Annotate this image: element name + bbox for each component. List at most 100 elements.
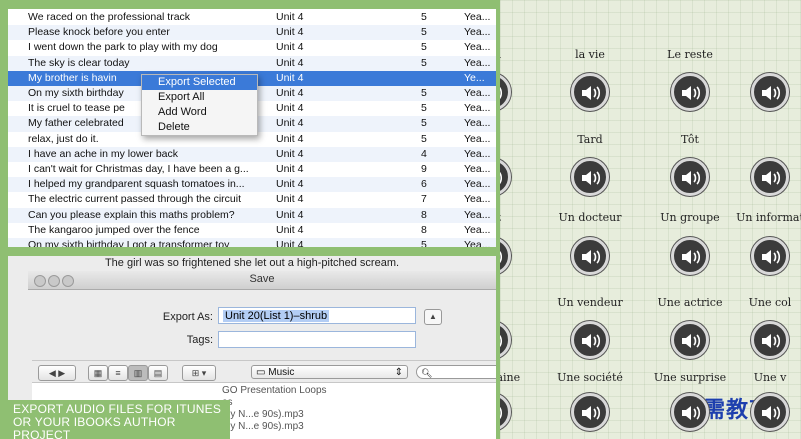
speaker-play-icon[interactable]	[571, 237, 609, 275]
dialog-titlebar: Save	[28, 271, 496, 290]
french-word-label: Une surprise	[653, 371, 727, 384]
french-word-label: nt	[500, 133, 537, 146]
list-row[interactable]: I have an ache in my lower back Unit 4 4 Ye…	[8, 146, 496, 162]
export-as-field[interactable]: Unit 20(List 1)–shrub	[218, 307, 416, 324]
list-row[interactable]: The sky is clear today Unit 4 5 Yea...	[8, 55, 496, 71]
back-forward-buttons[interactable]: ◀ ▶	[38, 365, 76, 381]
row-year: Yea...	[464, 239, 491, 247]
row-unit: Unit 4	[276, 223, 304, 236]
speaker-play-icon[interactable]	[571, 393, 609, 431]
row-number: 6	[421, 178, 427, 191]
column-view-button[interactable]: ▥	[128, 365, 148, 381]
row-text: The kangaroo jumped over the fence	[28, 223, 200, 236]
browser-item[interactable]: GO Presentation Loops	[222, 385, 327, 396]
speaker-play-icon[interactable]	[671, 237, 709, 275]
row-unit: Unit 4	[276, 208, 304, 221]
list-row[interactable]: The electric current passed through the …	[8, 192, 496, 207]
icon-view-button[interactable]: ▦	[88, 365, 108, 381]
row-number: 5	[421, 41, 427, 54]
french-word-label: net	[500, 211, 537, 224]
location-popup[interactable]: ▭ Music ⇕	[251, 365, 408, 379]
list-row[interactable]: Please knock before you enter Unit 4 5 Yea.…	[8, 25, 496, 41]
context-menu: Export Selected Export All Add Word Delete	[141, 74, 258, 136]
row-year: Yea...	[464, 11, 491, 23]
expand-dialog-button[interactable]: ▲	[424, 309, 442, 325]
list-row[interactable]: We raced on the professional track Unit 4…	[8, 10, 496, 25]
speaker-play-icon[interactable]	[500, 158, 511, 196]
row-number: 7	[421, 193, 427, 206]
speaker-play-icon[interactable]	[671, 158, 709, 196]
row-text: Can you please explain this maths proble…	[28, 208, 235, 221]
row-unit: Unit 4	[276, 147, 304, 160]
list-row[interactable]: I helped my grandparent squash tomatoes …	[8, 177, 496, 193]
french-word-label: Un docteur	[558, 211, 622, 224]
speaker-play-icon[interactable]	[571, 158, 609, 196]
french-word-label: r	[500, 296, 537, 309]
arrange-button[interactable]: ⊞ ▾	[182, 365, 216, 381]
french-word-label: Une société	[557, 371, 623, 384]
speaker-play-icon[interactable]	[500, 321, 511, 359]
folder-icon: ▭	[256, 367, 269, 378]
row-year: Ye...	[464, 71, 485, 84]
browser-item[interactable]: thy N...e 90s).mp3	[222, 421, 304, 432]
list-view-button[interactable]: ≡	[108, 365, 128, 381]
list-row[interactable]: I can't wait for Christmas day, I have b…	[8, 162, 496, 177]
french-word-label: Le reste	[667, 48, 713, 61]
row-unit: Unit 4	[276, 102, 304, 115]
french-word-label: e semaine	[500, 371, 521, 384]
row-number: 5	[421, 87, 427, 99]
row-text: I can't wait for Christmas day, I have b…	[28, 163, 249, 175]
popup-arrows-icon: ⇕	[394, 367, 403, 378]
row-number: 5	[421, 26, 427, 39]
list-row[interactable]: I went down the park to play with my dog…	[8, 40, 496, 55]
speaker-play-icon[interactable]	[751, 158, 789, 196]
speaker-play-icon[interactable]	[571, 321, 609, 359]
row-year: Yea...	[464, 132, 491, 145]
french-word-label: Un informat	[736, 211, 801, 224]
row-text: On my sixth birthday I got a transformer…	[28, 239, 230, 247]
speaker-play-icon[interactable]	[500, 73, 511, 111]
row-year: Yea...	[464, 147, 491, 160]
row-unit: Unit 4	[276, 132, 304, 145]
list-row[interactable]: The kangaroo jumped over the fence Unit 4…	[8, 223, 496, 238]
speaker-play-icon[interactable]	[500, 237, 511, 275]
tags-field[interactable]	[218, 331, 416, 348]
menu-item-export-all[interactable]: Export All	[142, 90, 257, 105]
french-word-label: Une col	[748, 296, 792, 309]
speaker-play-icon[interactable]	[671, 321, 709, 359]
floating-sentence: The girl was so frightened she let out a…	[104, 257, 400, 269]
speaker-play-icon[interactable]	[571, 73, 609, 111]
list-row[interactable]: On my sixth birthday I got a transformer…	[8, 238, 496, 247]
row-text: Please knock before you enter	[28, 26, 170, 39]
menu-item-add-word[interactable]: Add Word	[142, 105, 257, 120]
row-year: Yea...	[464, 41, 491, 54]
speaker-play-icon[interactable]	[751, 393, 789, 431]
search-field[interactable]: 🔍︎	[416, 365, 496, 379]
row-unit: Unit 4	[276, 87, 304, 99]
row-number: 5	[421, 56, 427, 69]
speaker-play-icon[interactable]	[500, 393, 511, 431]
row-year: Yea...	[464, 56, 491, 69]
finder-toolbar: ◀ ▶ ▦ ≡ ▥ ▤ ⊞ ▾ ▭ Music ⇕ 🔍︎	[32, 360, 496, 381]
screenshot-collage: We raced on the professional track Unit 4…	[0, 0, 801, 439]
list-row[interactable]: Can you please explain this maths proble…	[8, 207, 496, 223]
menu-item-delete[interactable]: Delete	[142, 120, 257, 135]
row-unit: Unit 4	[276, 117, 304, 130]
speaker-play-icon[interactable]	[671, 73, 709, 111]
coverflow-view-button[interactable]: ▤	[148, 365, 168, 381]
row-year: Yea...	[464, 163, 491, 175]
row-unit: Unit 4	[276, 178, 304, 191]
row-unit: Unit 4	[276, 41, 304, 54]
speaker-play-icon[interactable]	[751, 73, 789, 111]
menu-item-export-selected[interactable]: Export Selected	[142, 75, 257, 90]
speaker-play-icon[interactable]	[751, 237, 789, 275]
speaker-play-icon[interactable]	[751, 321, 789, 359]
browser-item[interactable]: thy N...e 90s).mp3	[222, 409, 304, 420]
row-year: Yea...	[464, 208, 491, 221]
speaker-play-icon[interactable]	[671, 393, 709, 431]
french-word-label: Tôt	[681, 133, 699, 146]
save-dialog: The girl was so frightened she let out a…	[8, 256, 496, 439]
french-word-label: la vie	[575, 48, 605, 61]
caption-banner: EXPORT AUDIO FILES FOR ITUNES OR YOUR IB…	[8, 400, 230, 439]
row-text: The sky is clear today	[28, 56, 130, 69]
